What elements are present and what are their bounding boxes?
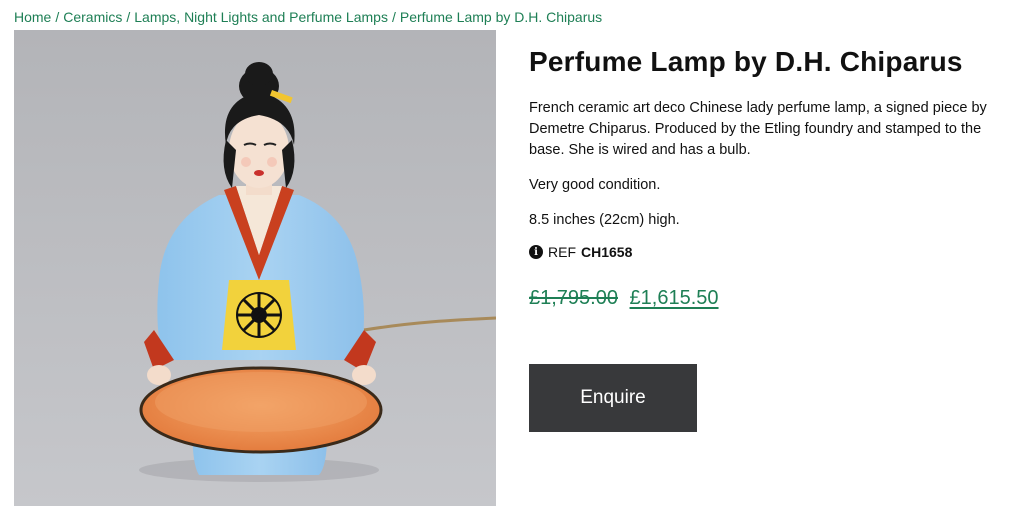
breadcrumb-current[interactable]: Perfume Lamp by D.H. Chiparus (400, 9, 602, 25)
price-sale[interactable]: £1,615.50 (630, 287, 719, 309)
product-price: £1,795.00 £1,615.50 (529, 287, 719, 310)
breadcrumb: Home / Ceramics / Lamps, Night Lights and Pe… (14, 9, 602, 25)
product-dimensions: 8.5 inches (22cm) high. (529, 212, 680, 228)
breadcrumb-separator: / (55, 9, 60, 25)
info-icon: i (529, 245, 543, 259)
product-condition: Very good condition. (529, 177, 661, 193)
ref-label: REF (548, 244, 576, 260)
product-image[interactable] (14, 30, 496, 506)
product-description: French ceramic art deco Chinese lady per… (529, 100, 987, 158)
breadcrumb-ceramics[interactable]: Ceramics (63, 9, 122, 25)
perfume-lamp-illustration (14, 30, 496, 506)
enquire-button[interactable]: Enquire (529, 364, 697, 432)
breadcrumb-separator: / (126, 9, 131, 25)
breadcrumb-separator: / (391, 9, 396, 25)
ref-code: CH1658 (581, 244, 633, 260)
breadcrumb-lamps[interactable]: Lamps, Night Lights and Perfume Lamps (134, 9, 388, 25)
price-original: £1,795.00 (529, 287, 618, 309)
apron-flower (236, 292, 282, 338)
breadcrumb-home[interactable]: Home (14, 9, 51, 25)
product-reference: i REF CH1658 (529, 244, 632, 260)
product-title: Perfume Lamp by D.H. Chiparus (529, 46, 963, 77)
